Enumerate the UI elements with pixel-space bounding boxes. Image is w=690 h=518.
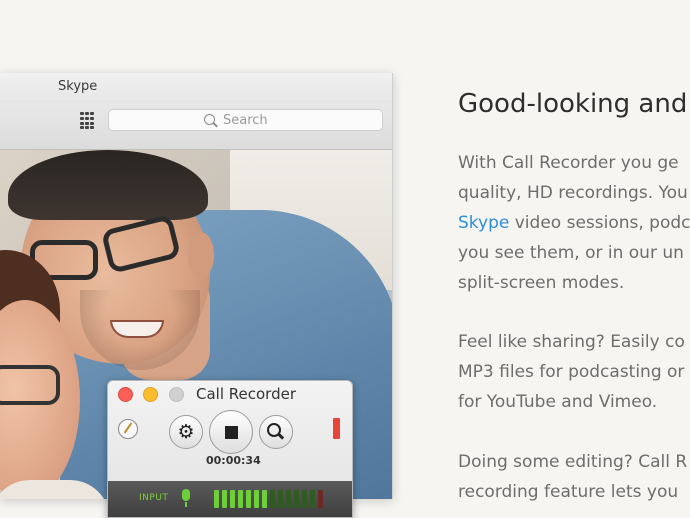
zoom-window-button[interactable] — [169, 387, 184, 402]
paragraph-line: video sessions, podc — [509, 213, 690, 233]
stop-icon — [224, 425, 238, 439]
record-level-indicator — [333, 418, 340, 439]
video-child-glasses — [0, 365, 60, 405]
search-icon — [204, 114, 215, 125]
paragraph-hd-recordings: With Call Recorder you ge quality, HD re… — [458, 148, 690, 298]
skype-toolbar: Search — [0, 103, 392, 150]
paragraph-line: recording feature lets you — [458, 482, 679, 502]
skype-title: Skype — [58, 79, 98, 94]
settings-button[interactable]: ⚙ — [169, 415, 203, 449]
search-placeholder: Search — [223, 113, 268, 128]
search-input[interactable]: Search — [108, 109, 383, 131]
meter-segment — [286, 490, 291, 508]
close-button[interactable] — [118, 387, 133, 402]
input-level-meter — [214, 490, 323, 508]
dialpad-icon[interactable] — [80, 112, 94, 130]
meter-segment — [246, 490, 251, 508]
video-man-ear — [188, 232, 214, 278]
input-meter-strip: INPUT — [108, 481, 352, 517]
minimize-button[interactable] — [143, 387, 158, 402]
meter-segment — [310, 490, 315, 508]
microphone-icon — [182, 489, 190, 507]
stop-button[interactable] — [209, 410, 253, 454]
paragraph-line: you see them, or in our un — [458, 243, 684, 263]
input-label: INPUT — [139, 493, 169, 503]
meter-segment — [294, 490, 299, 508]
browse-recordings-button[interactable] — [259, 415, 293, 449]
meter-segment — [254, 490, 259, 508]
skype-titlebar: Skype — [0, 73, 392, 103]
skype-link[interactable]: Skype — [458, 213, 509, 233]
paragraph-editing: Doing some editing? Call R recording fea… — [458, 447, 687, 507]
video-man-hair — [8, 150, 208, 220]
page-headline: Good-looking and — [458, 89, 688, 119]
meter-segment — [278, 490, 283, 508]
meter-segment — [214, 490, 219, 508]
gear-icon: ⚙ — [177, 420, 195, 443]
paragraph-sharing: Feel like sharing? Easily co MP3 files f… — [458, 327, 685, 417]
meter-segment — [262, 490, 267, 508]
meter-segment — [222, 490, 227, 508]
paragraph-line: for YouTube and Vimeo. — [458, 392, 658, 412]
meter-segment — [230, 490, 235, 508]
paragraph-line: MP3 files for podcasting or — [458, 362, 685, 382]
meter-segment — [302, 490, 307, 508]
meter-segment — [238, 490, 243, 508]
call-recorder-panel: Call Recorder ⚙ 00:00:34 INPUT — [107, 380, 353, 518]
meter-segment — [318, 490, 323, 508]
recorder-title: Call Recorder — [196, 385, 296, 403]
compass-icon[interactable] — [118, 419, 138, 439]
paragraph-line: With Call Recorder you ge — [458, 153, 679, 173]
magnifier-icon — [267, 423, 281, 437]
meter-segment — [270, 490, 275, 508]
paragraph-line: split-screen modes. — [458, 273, 625, 293]
recording-timer: 00:00:34 — [206, 454, 261, 467]
paragraph-line: Feel like sharing? Easily co — [458, 332, 685, 352]
paragraph-line: quality, HD recordings. You — [458, 183, 688, 203]
paragraph-line: Doing some editing? Call R — [458, 452, 688, 472]
